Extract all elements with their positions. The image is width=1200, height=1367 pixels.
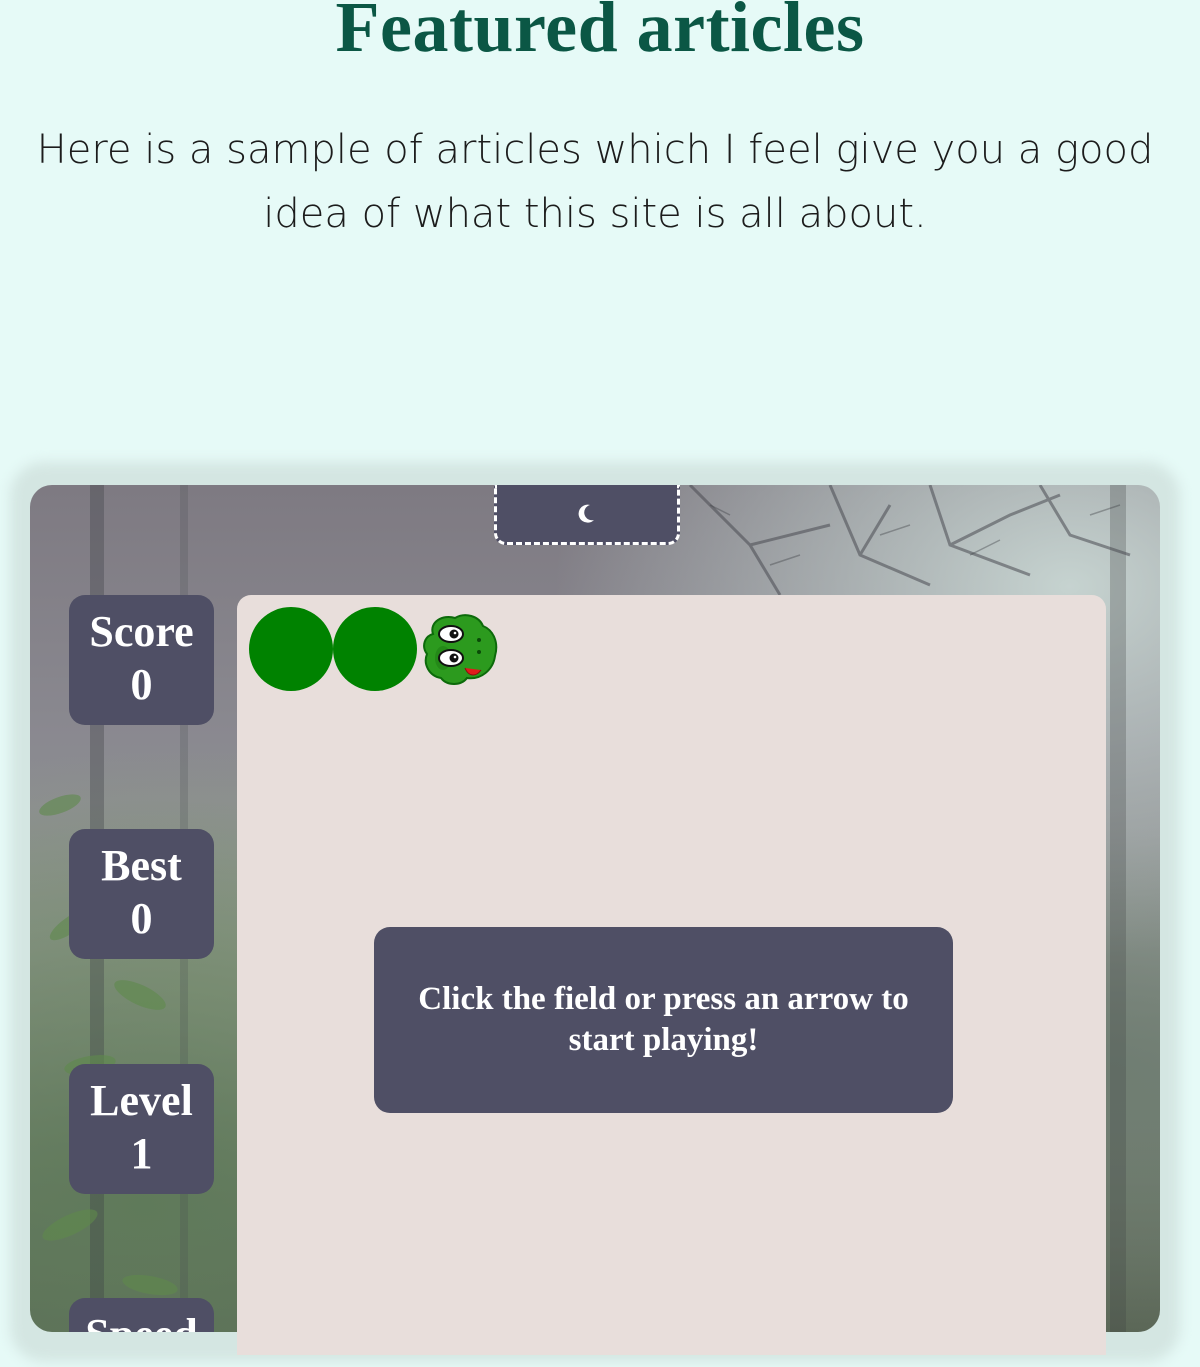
score-value: 0 — [130, 660, 153, 709]
best-value: 0 — [130, 894, 153, 943]
speed-label: Speed — [69, 1308, 214, 1332]
level-value: 1 — [130, 1129, 153, 1178]
section-title: Featured articles — [335, 0, 865, 67]
level-panel: Level 1 — [69, 1064, 214, 1194]
start-message-text: Click the field or press an arrow to sta… — [418, 981, 909, 1058]
best-label: Best — [101, 841, 182, 890]
theme-toggle-button[interactable] — [494, 485, 680, 545]
snake-head-icon — [423, 614, 498, 685]
speed-panel: Speed — [69, 1298, 214, 1332]
best-panel: Best 0 — [69, 829, 214, 959]
score-label: Score — [89, 607, 194, 656]
snake-body-segment — [333, 607, 417, 691]
moon-icon — [578, 504, 594, 523]
score-panel: Score 0 — [69, 595, 214, 725]
snake-body-segment — [249, 607, 333, 691]
section-intro: Here is a sample of articles which I fee… — [36, 127, 1154, 237]
start-message[interactable]: Click the field or press an arrow to sta… — [374, 927, 953, 1113]
level-label: Level — [90, 1076, 193, 1125]
